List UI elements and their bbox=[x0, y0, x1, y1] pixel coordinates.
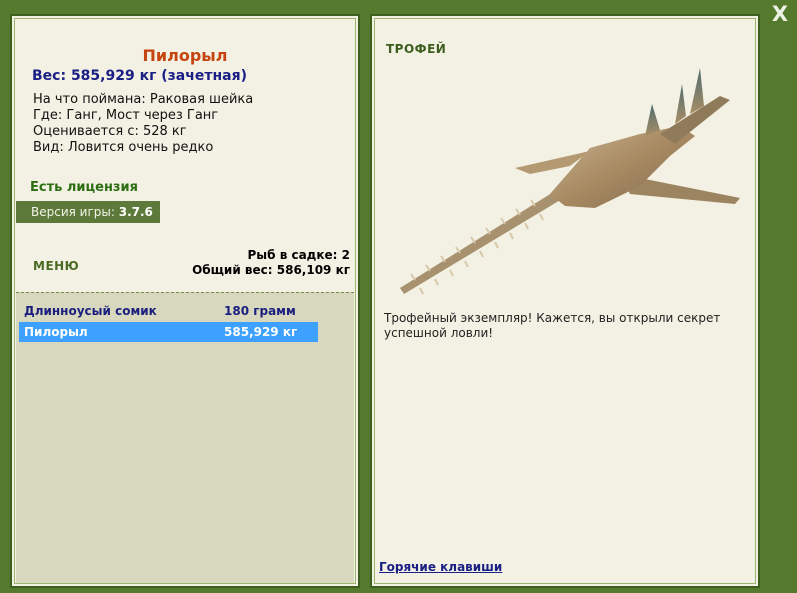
cage-stats: Рыб в садке: 2 Общий вес: 586,109 кг bbox=[192, 248, 350, 278]
catch-list-item[interactable]: Длинноусый сомик 180 грамм bbox=[19, 301, 318, 321]
sawfish-image bbox=[400, 68, 740, 295]
game-version: Версия игры: 3.7.6 bbox=[16, 201, 160, 223]
hotkeys-link[interactable]: Горячие клавиши bbox=[379, 560, 502, 574]
catch-weight: 180 грамм bbox=[224, 304, 296, 318]
menu-button[interactable]: МЕНЮ bbox=[33, 259, 79, 273]
version-value: 3.7.6 bbox=[118, 205, 153, 219]
catch-list-item-selected[interactable]: Пилорыл 585,929 кг bbox=[19, 322, 318, 342]
fish-name-title: Пилорыл bbox=[142, 46, 228, 65]
fish-count: Рыб в садке: 2 bbox=[247, 248, 351, 262]
trophy-panel: ТРОФЕЙ Трофейный экземпляр! Кажется, вы … bbox=[370, 14, 760, 588]
fish-info-panel: Пилорыл Вес: 585,929 кг (зачетная) На чт… bbox=[10, 14, 360, 588]
fish-weight: Вес: 585,929 кг (зачетная) bbox=[32, 68, 247, 84]
catch-list[interactable]: Длинноусый сомик 180 грамм Пилорыл 585,9… bbox=[16, 292, 354, 583]
trophy-label: ТРОФЕЙ bbox=[386, 42, 447, 56]
version-label: Версия игры: bbox=[31, 205, 119, 219]
bait-info: На что поймана: Раковая шейка bbox=[33, 92, 254, 107]
catch-name: Длинноусый сомик bbox=[24, 304, 157, 318]
license-status: Есть лицензия bbox=[30, 180, 138, 195]
valuation-info: Оценивается с: 528 кг bbox=[33, 124, 187, 139]
trophy-description: Трофейный экземпляр! Кажется, вы открыли… bbox=[384, 311, 721, 340]
close-button[interactable]: X bbox=[768, 3, 792, 25]
rarity-info: Вид: Ловится очень редко bbox=[33, 140, 214, 155]
catch-name: Пилорыл bbox=[24, 325, 88, 339]
catch-weight: 585,929 кг bbox=[224, 325, 298, 339]
total-weight: Общий вес: 586,109 кг bbox=[192, 263, 350, 277]
location-info: Где: Ганг, Мост через Ганг bbox=[33, 108, 219, 123]
